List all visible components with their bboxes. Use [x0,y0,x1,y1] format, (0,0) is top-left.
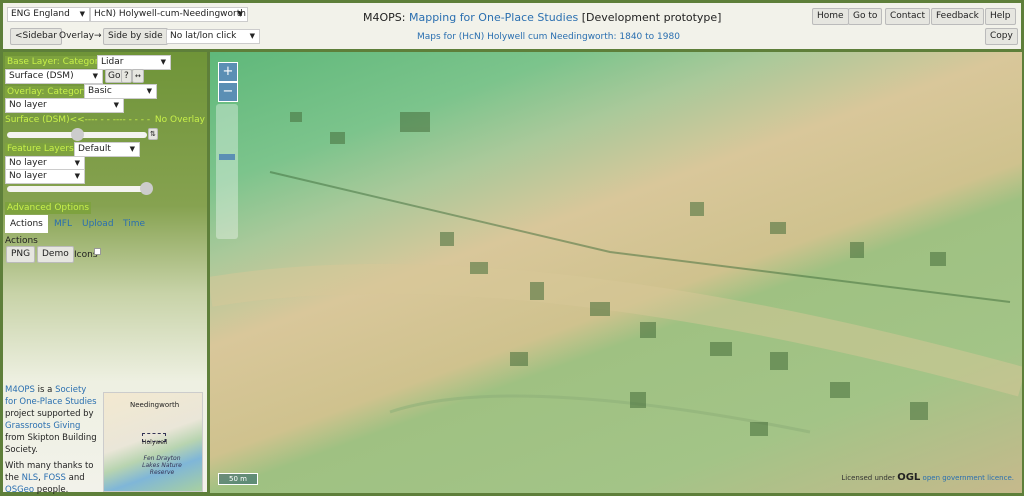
icons-checkbox[interactable] [94,248,101,255]
home-button[interactable]: Home [812,8,849,25]
foss-link[interactable]: FOSS [44,473,66,483]
app-title-link[interactable]: Mapping for One-Place Studies [409,11,578,24]
overlay-category-value: Basic [88,86,112,96]
country-select[interactable]: ENG England ▼ [7,7,90,22]
feature-category-select[interactable]: Default ▼ [74,142,140,157]
licence-credit: Licensed under OGL open government licen… [841,472,1014,483]
about-and: and [65,473,85,483]
overlay-category-label: Overlay: Category [5,86,91,98]
app-name: M4OPS: [363,11,406,24]
copy-button[interactable]: Copy [985,28,1018,45]
zoom-out-button[interactable]: − [218,82,238,102]
ogl-logo: OGL [897,472,921,483]
chevron-down-icon: ▼ [160,58,166,66]
feature-opacity-slider[interactable] [7,182,153,195]
chevron-down-icon: ▼ [113,101,119,109]
m4ops-link[interactable]: M4OPS [5,385,35,395]
minimap-town: Needingworth [130,401,180,409]
feature-layers-label: Feature Layers: [5,143,79,155]
help-icon-button[interactable]: ? [121,69,132,83]
page-subtitle: Maps for (HcN) Holywell cum Needingworth… [417,32,680,42]
minimap-reserve: Fen Drayton Lakes Nature Reserve [142,455,182,476]
base-category-select[interactable]: Lidar ▼ [97,55,171,70]
overlay-layer-value: No layer [9,100,47,110]
sidebar: Base Layer: Category Lidar ▼ Surface (DSM… [3,52,207,495]
about-text: M4OPS is a Society for One-Place Studies… [5,384,99,496]
goto-button[interactable]: Go to [848,8,883,25]
feature-layer-1-value: No layer [9,158,47,168]
country-value: ENG England [11,9,70,19]
overlay-name: No Overlay [154,115,205,125]
app-title: M4OPS: Mapping for One-Place Studies [De… [363,11,721,24]
zoom-in-button[interactable]: + [218,62,238,82]
minimap-place: Holywell [142,439,168,446]
base-layer-value: Surface (DSM) [9,71,74,81]
slider-handle[interactable] [140,182,153,195]
tab-actions[interactable]: Actions [5,215,48,233]
map-view[interactable]: + − 50 m Licensed under OGL open governm… [210,52,1022,493]
help-button[interactable]: Help [985,8,1016,25]
chevron-down-icon: ▼ [74,172,80,180]
overlay-layer-select[interactable]: No layer ▼ [5,98,124,113]
osgeo-link[interactable]: OSGeo [5,485,34,495]
feedback-button[interactable]: Feedback [931,8,984,25]
swap-icon[interactable]: ↔ [132,69,144,83]
header: ENG England ▼ HcN) Holywell-cum-Needingwo… [3,3,1021,49]
demo-button[interactable]: Demo [37,246,74,263]
chevron-down-icon: ▼ [92,72,98,80]
about-text-2: project supported by [5,409,94,419]
base-layer-select[interactable]: Surface (DSM) ▼ [5,69,103,84]
overlay-label: Overlay→ [59,31,102,41]
licence-link[interactable]: open government licence. [923,474,1014,482]
licensed-label: Licensed under [841,474,895,482]
base-category-value: Lidar [101,57,124,67]
chevron-down-icon: ▼ [79,10,85,18]
sidebar-toggle-button[interactable]: <Sidebar [10,28,62,45]
tab-upload[interactable]: Upload [77,215,119,233]
base-layer-label: Base Layer: Category [5,56,106,68]
scale-bar: 50 m [218,473,258,485]
zoom-slider-handle[interactable] [219,154,235,160]
flip-icon[interactable]: ⇅ [148,128,158,140]
about-text-1: is a [34,385,56,395]
zoom-slider[interactable] [216,104,238,239]
chevron-down-icon: ▼ [146,87,152,95]
feature-category-value: Default [78,144,111,154]
overview-minimap[interactable]: Needingworth Holywell Fen Drayton Lakes … [103,392,203,492]
about-text-3: from Skipton Building Society. [5,433,97,455]
chevron-down-icon: ▼ [237,10,243,18]
feature-layer-2-select[interactable]: No layer ▼ [5,169,85,184]
tab-time[interactable]: Time [118,215,150,233]
overlay-category-select[interactable]: Basic ▼ [84,84,157,99]
overlay-opacity-slider[interactable] [7,128,147,141]
advanced-options-toggle[interactable]: Advanced Options [5,202,92,214]
nls-link[interactable]: NLS [22,473,39,483]
chevron-down-icon: ▼ [249,32,255,40]
png-button[interactable]: PNG [6,246,36,263]
contact-button[interactable]: Contact [885,8,931,25]
chevron-down-icon: ▼ [129,145,135,153]
base-layer-name: Surface (DSM)<<---- - - ---- - - - - [5,115,151,125]
actions-label: Actions [5,236,38,246]
place-value: HcN) Holywell-cum-Needingworth [94,9,246,19]
tab-mfl[interactable]: MFL [49,215,77,233]
latlon-value: No lat/lon click [170,31,237,41]
app-suffix: [Development prototype] [581,11,722,24]
latlon-select[interactable]: No lat/lon click ▼ [166,29,260,44]
about-text-5: people. [34,485,69,495]
lidar-terrain [210,112,1022,436]
side-by-side-button[interactable]: Side by side [103,28,168,45]
feature-layer-2-value: No layer [9,171,47,181]
slider-handle[interactable] [71,128,84,141]
place-select[interactable]: HcN) Holywell-cum-Needingworth ▼ [90,7,248,22]
grassroots-link[interactable]: Grassroots Giving [5,421,80,431]
